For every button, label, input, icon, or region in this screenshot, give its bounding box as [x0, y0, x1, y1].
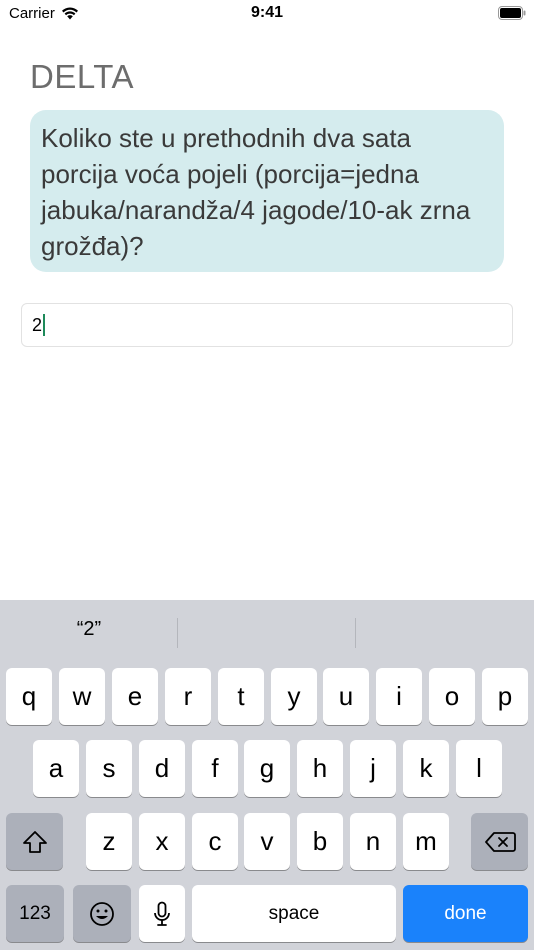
key-z[interactable]: z — [86, 813, 132, 870]
key-o[interactable]: o — [429, 668, 475, 725]
suggestion-bar: “2” — [0, 600, 534, 666]
key-f[interactable]: f — [192, 740, 238, 797]
suggestion-1[interactable]: “2” — [0, 618, 178, 641]
shift-key[interactable] — [6, 813, 63, 870]
app-title: DELTA — [30, 58, 134, 95]
shift-icon — [22, 830, 47, 853]
key-q[interactable]: q — [6, 668, 52, 725]
done-key[interactable]: done — [403, 885, 528, 942]
key-t[interactable]: t — [218, 668, 264, 725]
key-b[interactable]: b — [297, 813, 343, 870]
question-text: Koliko ste u prethodnih dva sata porcija… — [41, 123, 471, 261]
key-e[interactable]: e — [112, 668, 158, 725]
key-i[interactable]: i — [376, 668, 422, 725]
key-x[interactable]: x — [139, 813, 185, 870]
answer-input[interactable]: 2 — [21, 303, 513, 347]
key-d[interactable]: d — [139, 740, 185, 797]
key-h[interactable]: h — [297, 740, 343, 797]
backspace-key[interactable] — [471, 813, 528, 870]
space-key[interactable]: space — [192, 885, 396, 942]
backspace-icon — [484, 831, 516, 852]
suggestion-divider — [355, 618, 356, 648]
key-p[interactable]: p — [482, 668, 528, 725]
microphone-icon — [154, 901, 170, 926]
key-y[interactable]: y — [271, 668, 317, 725]
key-u[interactable]: u — [323, 668, 369, 725]
numbers-key[interactable]: 123 — [6, 885, 64, 942]
key-v[interactable]: v — [244, 813, 290, 870]
screen: Carrier 9:41 DELTA Koliko ste u prethodn… — [0, 0, 534, 950]
key-a[interactable]: a — [33, 740, 79, 797]
answer-value: 2 — [32, 314, 43, 335]
key-l[interactable]: l — [456, 740, 502, 797]
key-r[interactable]: r — [165, 668, 211, 725]
suggestion-divider — [177, 618, 178, 648]
key-j[interactable]: j — [350, 740, 396, 797]
question-bubble: Koliko ste u prethodnih dva sata porcija… — [30, 110, 504, 272]
emoji-icon — [90, 901, 114, 926]
status-bar: Carrier 9:41 — [0, 0, 534, 28]
status-time: 9:41 — [250, 4, 284, 21]
key-k[interactable]: k — [403, 740, 449, 797]
key-c[interactable]: c — [192, 813, 238, 870]
key-n[interactable]: n — [350, 813, 396, 870]
keyboard: “2” q w e r t y u i o p a s d f g h j k … — [0, 600, 534, 950]
microphone-key[interactable] — [139, 885, 185, 942]
key-m[interactable]: m — [403, 813, 449, 870]
key-s[interactable]: s — [86, 740, 132, 797]
emoji-key[interactable] — [73, 885, 131, 942]
battery-icon — [498, 6, 526, 20]
key-g[interactable]: g — [244, 740, 290, 797]
text-caret — [43, 314, 46, 336]
key-w[interactable]: w — [59, 668, 105, 725]
